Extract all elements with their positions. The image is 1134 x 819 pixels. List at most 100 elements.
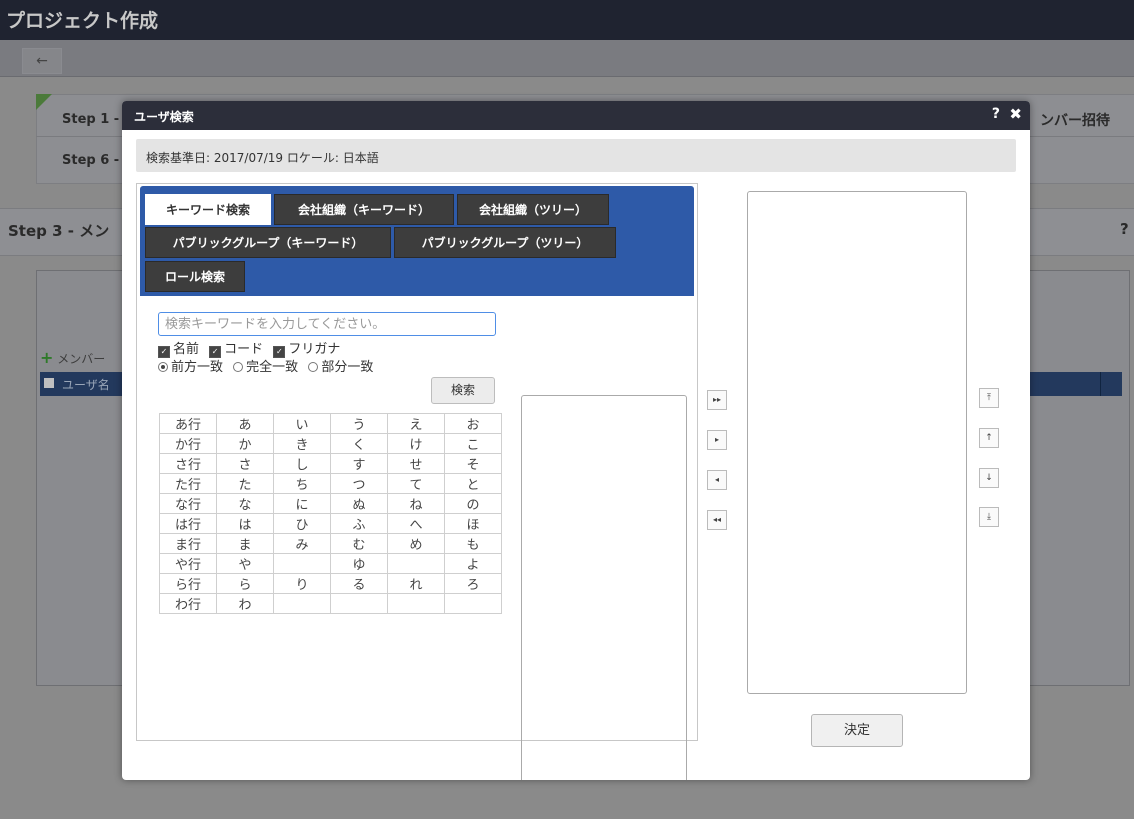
move-bottom-button[interactable]: ⤓ <box>979 507 999 527</box>
kana-cell[interactable]: ら <box>216 573 274 594</box>
kana-cell[interactable]: か <box>216 433 274 454</box>
kana-cell[interactable] <box>330 593 388 614</box>
add-button[interactable]: ▸ <box>707 430 727 450</box>
kana-cell[interactable]: ぬ <box>330 493 388 514</box>
move-down-button[interactable]: ↓ <box>979 468 999 488</box>
kana-cell[interactable]: や <box>216 553 274 574</box>
kana-row: さ行さしすせそ <box>159 453 502 474</box>
kana-cell[interactable]: こ <box>444 433 502 454</box>
radio-partial-match[interactable] <box>308 362 319 372</box>
kana-cell[interactable]: む <box>330 533 388 554</box>
decide-button[interactable]: 決定 <box>811 714 903 747</box>
kana-cell[interactable]: れ <box>387 573 445 594</box>
kana-cell[interactable]: り <box>273 573 331 594</box>
tab-public-group-tree[interactable]: パブリックグループ（ツリー） <box>394 227 616 258</box>
kana-cell[interactable]: ほ <box>444 513 502 534</box>
back-arrow-icon[interactable]: ← <box>22 48 62 74</box>
kana-row-header[interactable]: ま行 <box>159 533 217 554</box>
kana-cell[interactable]: ひ <box>273 513 331 534</box>
kana-cell[interactable]: め <box>387 533 445 554</box>
kana-cell[interactable]: た <box>216 473 274 494</box>
kana-cell[interactable]: わ <box>216 593 274 614</box>
kana-cell[interactable]: ね <box>387 493 445 514</box>
kana-cell[interactable]: ち <box>273 473 331 494</box>
kana-row-header[interactable]: な行 <box>159 493 217 514</box>
section-help-icon[interactable]: ? <box>1120 220 1129 238</box>
tab-public-group-keyword[interactable]: パブリックグループ（キーワード） <box>145 227 391 258</box>
kana-row-header[interactable]: わ行 <box>159 593 217 614</box>
user-search-dialog: ユーザ検索 ? ✖ 検索基準日: 2017/07/19 ロケール: 日本語 キー… <box>122 101 1030 780</box>
kana-cell[interactable]: う <box>330 413 388 434</box>
kana-cell[interactable] <box>273 593 331 614</box>
kana-cell[interactable]: お <box>444 413 502 434</box>
remove-button[interactable]: ◂ <box>707 470 727 490</box>
kana-cell[interactable]: き <box>273 433 331 454</box>
kana-cell[interactable]: は <box>216 513 274 534</box>
kana-cell[interactable]: え <box>387 413 445 434</box>
kana-cell[interactable]: よ <box>444 553 502 574</box>
move-top-button[interactable]: ⤒ <box>979 388 999 408</box>
kana-cell[interactable]: さ <box>216 453 274 474</box>
kana-cell[interactable]: に <box>273 493 331 514</box>
tab-role-search[interactable]: ロール検索 <box>145 261 245 292</box>
kana-row-header[interactable]: や行 <box>159 553 217 574</box>
kana-row-header[interactable]: ら行 <box>159 573 217 594</box>
search-result-list[interactable] <box>521 395 687 780</box>
kana-row: た行たちつてと <box>159 473 502 494</box>
kana-row: は行はひふへほ <box>159 513 502 534</box>
step-6-label[interactable]: Step 6 - <box>62 153 119 168</box>
kana-row-header[interactable]: は行 <box>159 513 217 534</box>
kana-cell[interactable]: い <box>273 413 331 434</box>
kana-cell[interactable]: つ <box>330 473 388 494</box>
add-all-button[interactable]: ▸▸ <box>707 390 727 410</box>
kana-cell[interactable]: く <box>330 433 388 454</box>
app-header <box>0 0 1134 40</box>
kana-cell[interactable]: す <box>330 453 388 474</box>
kana-cell[interactable]: け <box>387 433 445 454</box>
kana-row: ま行まみむめも <box>159 533 502 554</box>
kana-cell[interactable] <box>273 553 331 574</box>
kana-row-header[interactable]: さ行 <box>159 453 217 474</box>
kana-cell[interactable]: ゆ <box>330 553 388 574</box>
kana-row-header[interactable]: あ行 <box>159 413 217 434</box>
search-button[interactable]: 検索 <box>431 377 495 404</box>
select-all-checkbox[interactable] <box>44 378 54 388</box>
help-icon[interactable]: ? <box>992 106 1000 122</box>
add-member-link[interactable]: + メンバー <box>40 348 105 367</box>
kana-cell[interactable] <box>444 593 502 614</box>
kana-cell[interactable]: ろ <box>444 573 502 594</box>
kana-cell[interactable]: る <box>330 573 388 594</box>
dialog-titlebar: ユーザ検索 ? ✖ <box>122 101 1030 130</box>
move-up-button[interactable]: ↑ <box>979 428 999 448</box>
step-invite-label[interactable]: ンバー招待 <box>1040 110 1110 130</box>
kana-cell[interactable]: へ <box>387 513 445 534</box>
kana-cell[interactable]: せ <box>387 453 445 474</box>
radio-prefix-label: 前方一致 <box>171 360 224 375</box>
kana-row: わ行わ <box>159 593 502 614</box>
close-icon[interactable]: ✖ <box>1009 105 1022 123</box>
kana-cell[interactable]: ま <box>216 533 274 554</box>
kana-cell[interactable]: あ <box>216 413 274 434</box>
tab-org-tree[interactable]: 会社組織（ツリー） <box>457 194 609 225</box>
kana-cell[interactable] <box>387 553 445 574</box>
radio-prefix-match[interactable] <box>158 362 168 372</box>
kana-row-header[interactable]: か行 <box>159 433 217 454</box>
tab-keyword-search[interactable]: キーワード検索 <box>145 194 271 225</box>
step-1-label[interactable]: Step 1 - <box>62 112 119 127</box>
kana-cell[interactable]: ふ <box>330 513 388 534</box>
kana-cell[interactable]: の <box>444 493 502 514</box>
kana-cell[interactable] <box>387 593 445 614</box>
kana-cell[interactable]: な <box>216 493 274 514</box>
kana-cell[interactable]: と <box>444 473 502 494</box>
tab-org-keyword[interactable]: 会社組織（キーワード） <box>274 194 454 225</box>
selected-user-list[interactable] <box>747 191 967 694</box>
kana-cell[interactable]: て <box>387 473 445 494</box>
keyword-input[interactable] <box>158 312 496 336</box>
radio-exact-match[interactable] <box>233 362 244 372</box>
kana-cell[interactable]: み <box>273 533 331 554</box>
kana-cell[interactable]: し <box>273 453 331 474</box>
kana-cell[interactable]: そ <box>444 453 502 474</box>
kana-row-header[interactable]: た行 <box>159 473 217 494</box>
kana-cell[interactable]: も <box>444 533 502 554</box>
remove-all-button[interactable]: ◂◂ <box>707 510 727 530</box>
